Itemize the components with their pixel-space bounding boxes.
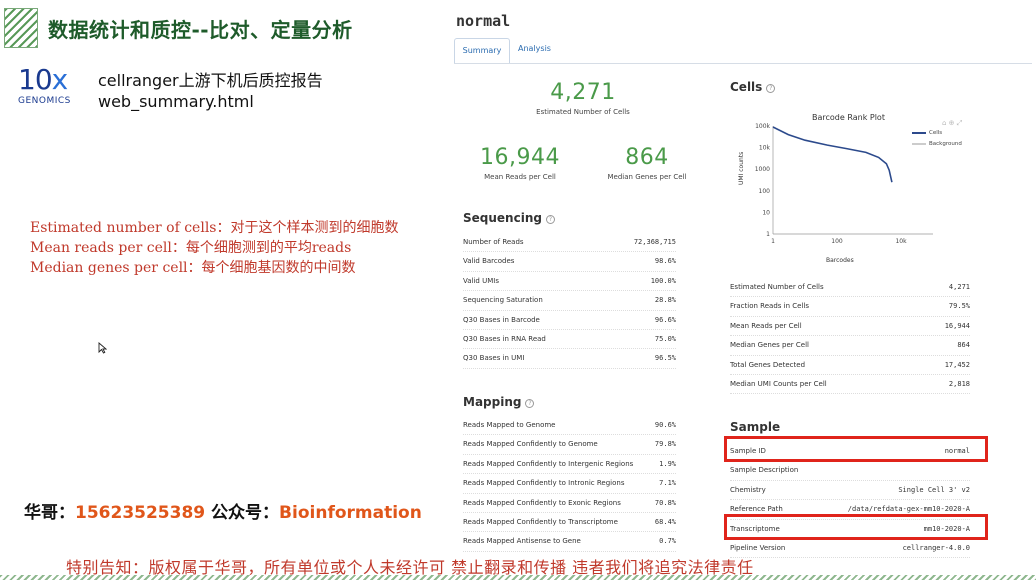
note-line: Median genes per cell：每个细胞基因数的中间数 [30, 260, 356, 276]
contact-line: 华哥：15623525389 公众号：Bioinformation [24, 503, 422, 523]
headline-genes-value: 864 [625, 145, 669, 170]
table-row: Median Genes per Cell 864 [730, 341, 970, 360]
help-icon[interactable]: ? [766, 84, 776, 93]
contact-account: Bioinformation [279, 503, 422, 523]
table-row: Reads Mapped Confidently to Transcriptom… [463, 518, 676, 537]
legend-item-background: Background [912, 141, 962, 147]
table-row: Valid Barcodes 98.6% [463, 257, 676, 276]
cells-heading: Cells? [730, 80, 776, 94]
table-row: Reads Mapped Antisense to Gene 0.7% [463, 537, 676, 556]
mapping-heading: Mapping? [463, 395, 535, 409]
sequencing-table: Number of Reads 72,368,715 Valid Barcodes… [463, 238, 676, 374]
help-icon[interactable]: ? [545, 215, 555, 224]
table-row: Sequencing Saturation 28.8% [463, 296, 676, 315]
report-description: cellranger上游下机后质控报告 web_summary.html [98, 70, 323, 112]
tab-divider [454, 63, 1032, 64]
x-tick-label: 1 [771, 238, 775, 245]
y-tick-label: 100k [755, 123, 770, 130]
plot-title: Barcode Rank Plot [812, 113, 885, 122]
headline-cells-value: 4,271 [550, 80, 616, 105]
headline-genes-label: Median Genes per Cell [607, 173, 687, 181]
sample-title: normal [456, 12, 511, 30]
slide-title: 数据统计和质控--比对、定量分析 [48, 18, 353, 42]
note-line: Estimated number of cells：对于这个样本测到的细胞数 [30, 220, 399, 236]
decorative-footer-stripe [0, 575, 1036, 580]
legend-swatch [912, 142, 926, 145]
table-row: Fraction Reads in Cells 79.5% [730, 302, 970, 321]
headline-cells-label: Estimated Number of Cells [536, 108, 630, 116]
note-line: Mean reads per cell：每个细胞测到的平均reads [30, 240, 352, 256]
tab-analysis[interactable]: Analysis [518, 44, 551, 53]
highlight-box-transcriptome [724, 514, 988, 540]
headline-reads-value: 16,944 [480, 145, 560, 170]
table-row: Number of Reads 72,368,715 [463, 238, 676, 257]
y-tick-label: 10k [759, 145, 771, 152]
decorative-hatch [4, 8, 38, 48]
table-row: Reads Mapped to Genome 90.6% [463, 421, 676, 440]
table-row: Valid UMIs 100.0% [463, 277, 676, 296]
legend-item-cells: Cells [912, 130, 942, 136]
barcode-rank-plot: 100k 10k 1000 100 10 11 100 10k [755, 123, 933, 245]
report-desc-line: cellranger上游下机后质控报告 [98, 71, 323, 90]
sample-heading: Sample [730, 420, 781, 434]
table-row: Mean Reads per Cell 16,944 [730, 322, 970, 341]
table-row: Q30 Bases in UMI 96.5% [463, 354, 676, 373]
table-row: Q30 Bases in Barcode 96.6% [463, 316, 676, 335]
series-line-cells [772, 126, 893, 183]
table-row: Estimated Number of Cells 4,271 [730, 283, 970, 302]
tab-summary[interactable]: Summary [454, 38, 510, 63]
mapping-table: Reads Mapped to Genome 90.6% Reads Mapped… [463, 421, 676, 557]
plot-x-label: Barcodes [826, 257, 854, 264]
logo-wordmark: GENOMICS [18, 96, 71, 106]
cells-table: Estimated Number of Cells 4,271 Fraction … [730, 283, 970, 399]
contact-phone: 15623525389 [75, 503, 206, 523]
headline-reads-label: Mean Reads per Cell [484, 173, 556, 181]
table-row: Reads Mapped Confidently to Genome 79.8% [463, 440, 676, 459]
report-desc-line: web_summary.html [98, 92, 254, 111]
y-tick-label: 100 [759, 188, 771, 195]
table-row: Chemistry Single Cell 3' v2 [730, 486, 970, 505]
table-row: Median UMI Counts per Cell 2,818 [730, 380, 970, 399]
mouse-pointer-icon [98, 342, 107, 354]
table-row: Q30 Bases in RNA Read 75.0% [463, 335, 676, 354]
plot-y-label: UMI counts [738, 151, 745, 185]
10x-genomics-logo: 10x GENOMICS [18, 63, 78, 107]
sample-table: Sample ID normal Sample Description Chemi… [730, 447, 970, 563]
x-tick-label: 100 [831, 238, 843, 245]
sequencing-heading: Sequencing? [463, 211, 555, 225]
table-row: Total Genes Detected 17,452 [730, 361, 970, 380]
table-row: Reads Mapped Confidently to Intronic Reg… [463, 479, 676, 498]
table-row: Reads Mapped Confidently to Exonic Regio… [463, 499, 676, 518]
legend-swatch [912, 131, 926, 134]
y-tick-label: 1000 [755, 166, 770, 173]
table-row: Sample Description [730, 466, 970, 485]
logo-mark: 10x [18, 63, 68, 96]
help-icon[interactable]: ? [525, 399, 535, 408]
x-tick-label: 10k [895, 238, 907, 245]
y-tick-label: 1 [766, 231, 770, 238]
table-row: Reads Mapped Confidently to Intergenic R… [463, 460, 676, 479]
table-row: Pipeline Version cellranger-4.0.0 [730, 544, 970, 563]
y-tick-label: 10 [762, 209, 770, 216]
metric-notes: Estimated number of cells：对于这个样本测到的细胞数 M… [30, 218, 398, 278]
highlight-box-sample-id [724, 436, 988, 462]
